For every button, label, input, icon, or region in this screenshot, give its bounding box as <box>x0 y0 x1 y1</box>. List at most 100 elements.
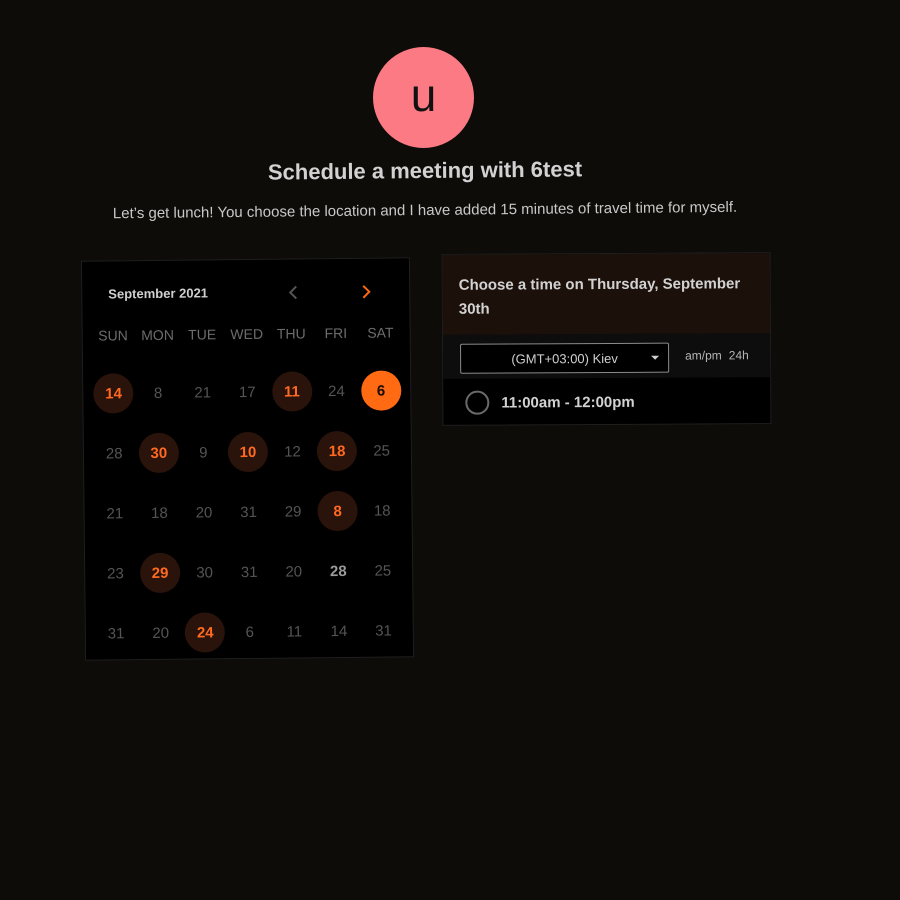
calendar-cell: 18 <box>314 421 359 481</box>
meeting-description: Let’s get lunch! You choose the location… <box>112 198 738 223</box>
calendar-day: 6 <box>245 623 255 641</box>
calendar-cell: 30 <box>182 542 227 602</box>
page-title: Schedule a meeting with 6test <box>267 156 583 185</box>
time-selection-panel: Choose a time on Thursday, September 30t… <box>441 252 772 427</box>
calendar-day: 9 <box>199 443 208 462</box>
calendar-month-label: September 2021 <box>108 285 209 302</box>
available-day-button[interactable]: 14 <box>93 373 134 414</box>
calendar-day: 29 <box>284 502 302 521</box>
calendar-cell: 25 <box>360 540 405 600</box>
calendar-cell: 11 <box>269 361 314 421</box>
weekday-label: TUE <box>188 326 217 343</box>
time-slot-label: 11:00am - 12:00pm <box>501 393 635 412</box>
calendar-day: 18 <box>150 504 168 522</box>
calendar-cell: 29 <box>271 481 316 541</box>
calendar-cell: 18 <box>137 483 182 543</box>
calendar-cell: 28 <box>316 541 361 601</box>
calendar-day: 31 <box>240 563 258 581</box>
calendar-cell: 18 <box>360 480 405 540</box>
calendar-cell: 31 <box>226 482 271 542</box>
calendar-cell: 20 <box>181 482 226 542</box>
format-24h-option[interactable]: 24h <box>729 348 749 362</box>
calendar-day: 8 <box>153 384 163 402</box>
calendar-cell: 20 <box>138 603 183 663</box>
calendar-cell: 21 <box>92 483 137 543</box>
calendar-cell: 6 <box>358 360 403 420</box>
calendar-cell: 12 <box>270 421 315 481</box>
calendar-cell: 14 <box>316 601 361 661</box>
calendar-cell: 8 <box>136 363 181 423</box>
calendar-cell: 17 <box>225 362 270 422</box>
weekday-header-row: SUN MON TUE WED THU FRI SAT <box>91 324 403 343</box>
weekday-label: MON <box>141 326 174 344</box>
calendar-cell: 8 <box>315 481 360 541</box>
calendar-day: 30 <box>196 563 214 582</box>
timezone-value: (GMT+03:00) Kiev <box>511 350 618 366</box>
calendar-day: 31 <box>240 503 257 521</box>
calendar-cell: 24 <box>183 602 228 662</box>
calendar-cell: 9 <box>181 422 226 482</box>
available-day-button[interactable]: 10 <box>227 431 269 473</box>
calendar-cell: 21 <box>180 362 225 422</box>
calendar-day: 28 <box>329 562 347 580</box>
weekday-label: WED <box>230 325 264 343</box>
calendar-day: 21 <box>106 504 124 522</box>
calendar-day: 23 <box>107 564 124 582</box>
calendar-cell: 31 <box>94 603 139 663</box>
calendar-cell: 31 <box>227 542 272 602</box>
time-panel-heading: Choose a time on Thursday, September 30t… <box>442 253 770 335</box>
avatar: u <box>373 47 474 148</box>
calendar-day: 20 <box>152 624 170 642</box>
calendar-day: 24 <box>327 382 345 400</box>
avatar-initial: u <box>410 68 437 121</box>
available-day-button[interactable]: 24 <box>185 612 226 653</box>
calendar-cell: 10 <box>225 422 270 482</box>
scheduling-page: u Schedule a meeting with 6test Let’s ge… <box>0 0 900 900</box>
calendar-day: 25 <box>374 562 392 580</box>
next-month-button[interactable] <box>355 281 377 303</box>
calendar-day: 21 <box>194 383 212 402</box>
date-picker-calendar: September 2021 SUN MON TUE WED THU FRI SAT 14 8… <box>80 257 415 663</box>
calendar-day: 18 <box>373 502 391 520</box>
weekday-label: SUN <box>98 327 128 344</box>
calendar-day: 17 <box>238 383 256 401</box>
calendar-cell: 28 <box>92 423 137 483</box>
caret-down-icon <box>651 355 660 360</box>
weekday-label: FRI <box>324 324 348 342</box>
calendar-cell: 29 <box>137 543 182 603</box>
time-slot-option[interactable]: 11:00am - 12:00pm <box>443 377 770 427</box>
available-day-button[interactable]: 18 <box>316 430 358 472</box>
calendar-day: 28 <box>105 444 123 462</box>
calendar-cell: 14 <box>91 363 136 423</box>
calendar-day: 31 <box>107 624 125 642</box>
calendar-day: 14 <box>330 622 348 640</box>
calendar-day: 25 <box>373 442 391 460</box>
available-day-button[interactable]: 30 <box>138 432 179 474</box>
chevron-left-icon <box>288 285 298 300</box>
previous-month-button[interactable] <box>282 281 304 303</box>
calendar-cell: 6 <box>227 602 272 662</box>
calendar-cell: 25 <box>359 420 404 480</box>
timezone-select[interactable]: (GMT+03:00) Kiev <box>460 342 670 374</box>
calendar-day: 12 <box>284 442 301 461</box>
calendar-cell: 24 <box>314 361 359 421</box>
available-day-button[interactable]: 11 <box>271 371 313 412</box>
chevron-right-icon <box>362 285 371 299</box>
available-day-button[interactable]: 8 <box>317 490 358 532</box>
calendar-day: 20 <box>195 503 213 522</box>
calendar-day: 31 <box>375 621 392 640</box>
timezone-row: (GMT+03:00) Kiev am/pm 24h <box>442 333 771 379</box>
weekday-label: THU <box>276 325 306 342</box>
calendar-cell: 11 <box>272 601 317 661</box>
radio-button[interactable] <box>465 390 490 415</box>
calendar-day: 11 <box>286 622 303 641</box>
calendar-day: 20 <box>285 562 303 581</box>
selected-day-button[interactable]: 6 <box>360 370 402 411</box>
calendar-cell: 31 <box>361 600 406 660</box>
calendar-cell: 20 <box>271 541 316 601</box>
calendar-cell: 30 <box>136 423 181 483</box>
format-ampm-option[interactable]: am/pm <box>685 348 722 362</box>
available-day-button[interactable]: 29 <box>139 552 181 594</box>
time-format-toggle: am/pm 24h <box>685 348 749 362</box>
calendar-day-grid: 14 8 21 17 11 24 6 28 30 9 10 12 18 25 21 18 20 31 29 8 18 23… <box>91 360 406 663</box>
